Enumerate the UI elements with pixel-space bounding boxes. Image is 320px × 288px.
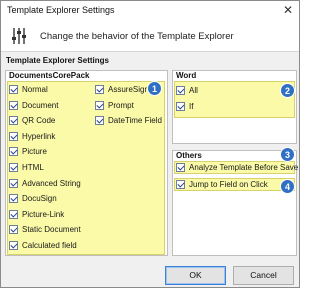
checkbox[interactable] xyxy=(95,116,104,126)
checkbox-label: AssureSign xyxy=(108,85,149,94)
checkbox-label: Static Document xyxy=(22,225,81,235)
callout-badge-4: 4 xyxy=(280,179,295,194)
settings-dialog: Template Explorer Settings ✕ Change the … xyxy=(0,0,300,288)
word-label: Word xyxy=(175,71,198,80)
analyze-template-label: Analyze Template Before Save xyxy=(189,163,299,172)
checkbox[interactable] xyxy=(9,178,18,188)
dialog-header: Change the behavior of the Template Expl… xyxy=(1,20,299,52)
checkbox[interactable] xyxy=(9,241,18,250)
settings-sliders-icon xyxy=(12,28,26,44)
checkbox-row[interactable]: Picture xyxy=(9,146,47,157)
checkbox-label: DocuSign xyxy=(22,194,57,204)
checkbox-label: All xyxy=(189,86,198,95)
callout-badge-2: 2 xyxy=(280,83,295,98)
checkbox-label: Hyperlink xyxy=(22,131,56,141)
checkbox-row[interactable]: All xyxy=(176,85,198,96)
checkbox[interactable] xyxy=(176,86,185,95)
checkbox[interactable] xyxy=(176,101,185,111)
checkbox-row[interactable]: Static Document xyxy=(9,224,81,235)
checkbox-label: DateTime Field xyxy=(108,116,162,126)
checkbox-row[interactable]: Advanced String xyxy=(9,178,81,189)
checkbox-row[interactable]: DateTime Field xyxy=(95,115,162,126)
checkbox-label: QR Code xyxy=(22,116,56,126)
checkbox-row[interactable]: If xyxy=(176,101,193,112)
jump-to-field-checkbox-row[interactable]: Jump to Field on Click xyxy=(176,179,268,190)
section-title: Template Explorer Settings xyxy=(6,56,109,65)
checkbox-row[interactable]: Normal xyxy=(9,84,48,95)
title-bar: Template Explorer Settings ✕ xyxy=(1,1,299,20)
close-icon[interactable]: ✕ xyxy=(283,3,293,17)
documentscorepack-label: DocumentsCorePack xyxy=(8,71,91,80)
checkbox[interactable] xyxy=(9,209,18,219)
header-description: Change the behavior of the Template Expl… xyxy=(40,31,234,42)
checkbox-row[interactable]: Document xyxy=(9,100,58,111)
analyze-template-checkbox[interactable] xyxy=(176,163,185,172)
checkbox-label: Picture-Link xyxy=(22,209,65,219)
checkbox-label: Calculated field xyxy=(22,241,77,250)
checkbox[interactable] xyxy=(9,147,18,157)
cancel-button[interactable]: Cancel xyxy=(233,266,294,285)
checkbox-row[interactable]: HTML xyxy=(9,162,44,173)
checkbox[interactable] xyxy=(95,100,104,110)
checkbox-row[interactable]: AssureSign xyxy=(95,84,149,95)
analyze-template-checkbox-row[interactable]: Analyze Template Before Save xyxy=(176,162,298,173)
window-title: Template Explorer Settings xyxy=(7,5,115,15)
checkbox-label: Document xyxy=(22,100,59,110)
checkbox[interactable] xyxy=(9,100,18,110)
checkbox-label: Normal xyxy=(22,85,48,94)
checkbox-label: HTML xyxy=(22,163,44,172)
jump-to-field-label: Jump to Field on Click xyxy=(189,180,268,189)
checkbox[interactable] xyxy=(9,85,18,94)
checkbox[interactable] xyxy=(9,225,18,235)
checkbox-label: Picture xyxy=(22,147,47,157)
checkbox-row[interactable]: Calculated field xyxy=(9,240,77,251)
checkbox[interactable] xyxy=(9,163,18,172)
checkbox[interactable] xyxy=(9,194,18,204)
callout-badge-3: 3 xyxy=(280,147,295,162)
jump-to-field-checkbox[interactable] xyxy=(176,180,185,189)
callout-badge-1: 1 xyxy=(147,81,162,96)
checkbox-label: If xyxy=(189,101,194,111)
checkbox-label: Prompt xyxy=(108,100,134,110)
checkbox[interactable] xyxy=(95,85,104,94)
checkbox-row[interactable]: Picture-Link xyxy=(9,209,64,220)
checkbox-label: Advanced String xyxy=(22,178,81,188)
checkbox-row[interactable]: DocuSign xyxy=(9,193,57,204)
others-label: Others xyxy=(175,151,203,160)
checkbox[interactable] xyxy=(9,116,18,126)
checkbox-row[interactable]: Prompt xyxy=(95,100,134,111)
checkbox[interactable] xyxy=(9,131,18,141)
checkbox-row[interactable]: QR Code xyxy=(9,115,55,126)
ok-button[interactable]: OK xyxy=(165,266,226,285)
checkbox-row[interactable]: Hyperlink xyxy=(9,131,55,142)
